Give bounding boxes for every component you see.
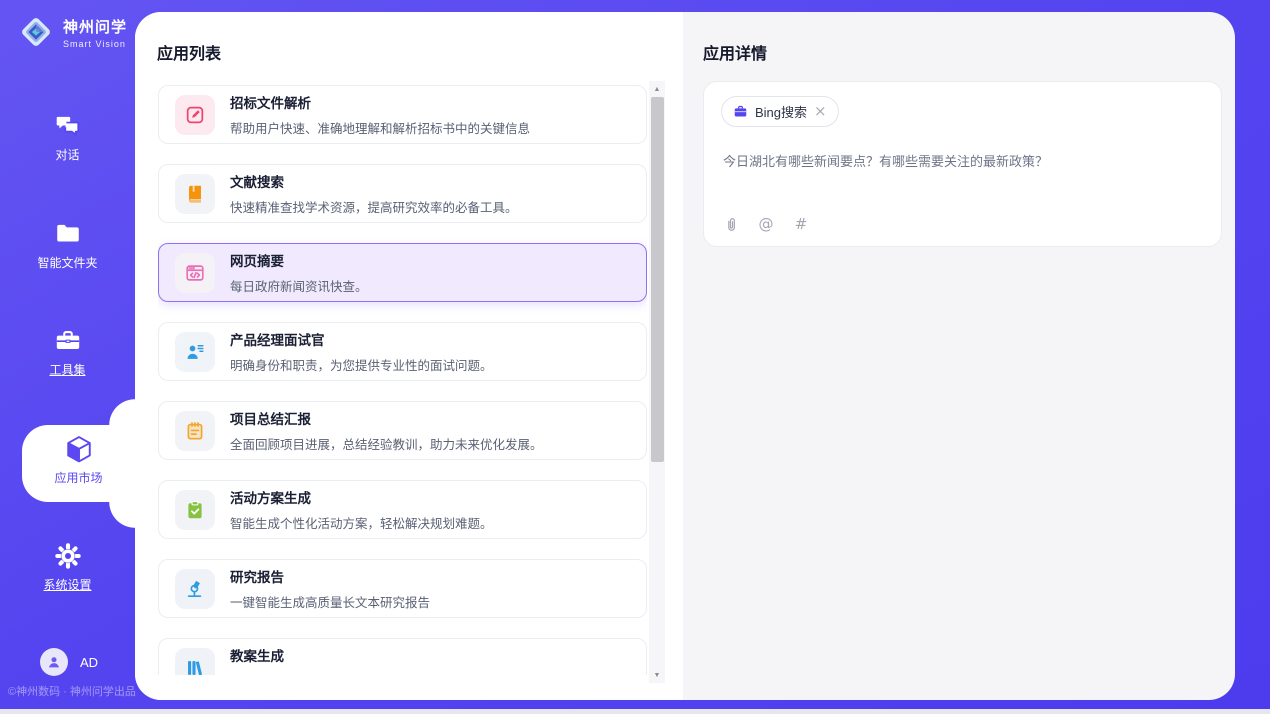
hash-icon[interactable]: # — [791, 214, 811, 234]
mention-icon[interactable]: @ — [756, 214, 776, 234]
interviewer-icon — [184, 341, 206, 363]
brand: 神州问学 Smart Vision — [16, 12, 127, 52]
app-icon-frame — [175, 332, 215, 372]
app-card-desc: 智能生成个性化活动方案，轻松解决规划难题。 — [230, 513, 493, 532]
app-window: 神州问学 Smart Vision 对话 智能文件夹 工具集 应用市场 系统设置 — [0, 0, 1270, 714]
lesson-books-icon — [184, 657, 206, 676]
app-card-tender-parse[interactable]: 招标文件解析 帮助用户快速、准确地理解和解析招标书中的关键信息 — [158, 85, 647, 144]
folder-icon — [0, 220, 135, 248]
bottom-edge-divider — [0, 709, 1270, 714]
tool-tag-label: Bing搜索 — [755, 102, 807, 121]
sidebar: 神州问学 Smart Vision 对话 智能文件夹 工具集 应用市场 系统设置 — [0, 0, 135, 714]
app-card-desc: 明确身份和职责，为您提供专业性的面试问题。 — [230, 355, 493, 374]
research-report-icon — [184, 578, 206, 600]
app-icon-frame — [175, 174, 215, 214]
app-icon-frame — [175, 253, 215, 293]
app-card-event-plan[interactable]: 活动方案生成 智能生成个性化活动方案，轻松解决规划难题。 — [158, 480, 647, 539]
scroll-up-icon[interactable]: ▲ — [649, 81, 665, 97]
sidebar-item-label: 应用市场 — [22, 469, 135, 486]
app-card-desc: 快速精准查找学术资源，提高研究效率的必备工具。 — [230, 197, 518, 216]
app-card-project-summary[interactable]: 项目总结汇报 全面回顾项目进展，总结经验教训，助力未来优化发展。 — [158, 401, 647, 460]
active-tab-curve-bottom — [109, 502, 135, 530]
app-icon-frame — [175, 411, 215, 451]
app-icon-frame — [175, 569, 215, 609]
app-card-title: 产品经理面试官 — [230, 329, 493, 349]
app-card-desc: 全面回顾项目进展，总结经验教训，助力未来优化发展。 — [230, 434, 543, 453]
user-account[interactable]: AD — [40, 648, 98, 676]
sidebar-item-label: 智能文件夹 — [0, 254, 135, 271]
sidebar-item-chat[interactable]: 对话 — [0, 112, 135, 163]
sidebar-item-label: 系统设置 — [0, 576, 135, 593]
scroll-down-icon[interactable]: ▼ — [649, 667, 665, 683]
app-card-title: 项目总结汇报 — [230, 408, 543, 428]
active-tab-curve-top — [109, 397, 135, 425]
app-card-desc: 帮助用户快速、准确地理解和解析招标书中的关键信息 — [230, 118, 530, 137]
scrollbar-thumb[interactable] — [651, 97, 664, 462]
app-card-lesson-plan[interactable]: 教案生成 模板驱动，教案秒成，教学准备从此轻松快捷 — [158, 638, 647, 675]
scrollbar-track[interactable]: ▲ ▼ — [649, 81, 665, 683]
sidebar-item-label: 对话 — [0, 146, 135, 163]
copyright-footer: ©神州数码 · 神州问学出品 — [8, 683, 136, 699]
sidebar-item-toolset[interactable]: 工具集 — [0, 327, 135, 378]
paperclip-icon[interactable] — [721, 214, 741, 234]
app-icon-frame — [175, 648, 215, 676]
app-card-literature-search[interactable]: 文献搜索 快速精准查找学术资源，提高研究效率的必备工具。 — [158, 164, 647, 223]
app-list-panel: 应用列表 招标文件解析 帮助用户快速、准确地理解和解析招标书中的关键信息 — [135, 12, 683, 700]
app-card-title: 招标文件解析 — [230, 92, 530, 112]
close-icon[interactable]: × — [814, 104, 827, 119]
app-icon-frame — [175, 490, 215, 530]
user-avatar-icon — [40, 648, 68, 676]
plan-clipboard-icon — [184, 499, 206, 521]
user-name: AD — [80, 655, 98, 670]
app-card-pm-interviewer[interactable]: 产品经理面试官 明确身份和职责，为您提供专业性的面试问题。 — [158, 322, 647, 381]
sidebar-item-smart-folder[interactable]: 智能文件夹 — [0, 220, 135, 271]
tender-doc-icon — [184, 104, 206, 126]
brand-name: 神州问学 — [63, 19, 127, 36]
app-card-title: 教案生成 — [230, 645, 480, 665]
app-detail-panel: 应用详情 Bing搜索 × 今日湖北有哪些新闻要点？有哪些需要关注的最新政策？ … — [683, 12, 1235, 700]
app-card-desc: 模板驱动，教案秒成，教学准备从此轻松快捷 — [230, 671, 480, 675]
cube-icon — [22, 433, 135, 469]
app-card-webpage-summary[interactable]: 网页摘要 每日政府新闻资讯快查。 — [158, 243, 647, 302]
query-input[interactable]: 今日湖北有哪些新闻要点？有哪些需要关注的最新政策？ — [723, 152, 1193, 172]
app-icon-frame — [175, 95, 215, 135]
app-card-title: 研究报告 — [230, 566, 430, 586]
briefcase-icon — [733, 103, 748, 121]
toolbox-icon — [0, 327, 135, 355]
app-card-desc: 一键智能生成高质量长文本研究报告 — [230, 592, 430, 611]
gear-icon — [0, 542, 135, 570]
app-card-research-report[interactable]: 研究报告 一键智能生成高质量长文本研究报告 — [158, 559, 647, 618]
app-list-title: 应用列表 — [157, 40, 221, 64]
literature-book-icon — [184, 183, 206, 205]
app-card-title: 活动方案生成 — [230, 487, 493, 507]
app-detail-title: 应用详情 — [703, 40, 767, 64]
query-composer[interactable]: Bing搜索 × 今日湖北有哪些新闻要点？有哪些需要关注的最新政策？ @ # — [703, 81, 1222, 247]
app-card-title: 文献搜索 — [230, 171, 518, 191]
summary-notepad-icon — [184, 420, 206, 442]
main-content: 应用列表 招标文件解析 帮助用户快速、准确地理解和解析招标书中的关键信息 — [135, 12, 1235, 700]
tool-tag-bing-search[interactable]: Bing搜索 × — [721, 96, 839, 127]
app-card-desc: 每日政府新闻资讯快查。 — [230, 276, 368, 295]
app-list-scroll-area: 招标文件解析 帮助用户快速、准确地理解和解析招标书中的关键信息 文献搜索 快速精… — [158, 81, 647, 675]
app-card-title: 网页摘要 — [230, 250, 368, 270]
sidebar-item-settings[interactable]: 系统设置 — [0, 542, 135, 593]
chat-icon — [0, 112, 135, 140]
sidebar-item-label: 工具集 — [0, 361, 135, 378]
webpage-summary-icon — [184, 262, 206, 284]
logo-diamond-icon — [16, 12, 56, 52]
sidebar-item-app-market[interactable]: 应用市场 — [22, 425, 135, 502]
brand-subtitle: Smart Vision — [63, 39, 127, 49]
